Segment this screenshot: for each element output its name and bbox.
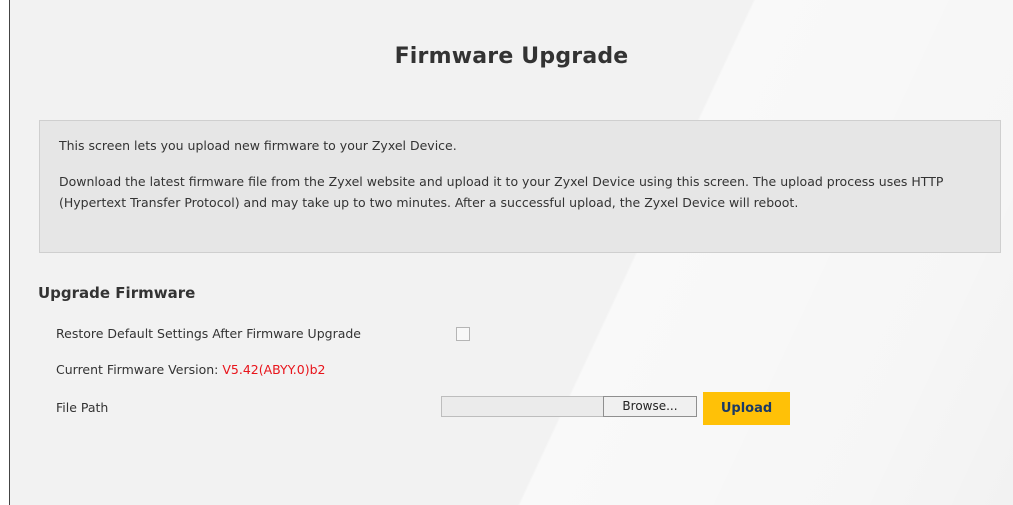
upload-button[interactable]: Upload (703, 392, 790, 425)
info-box: This screen lets you upload new firmware… (39, 120, 1001, 253)
info-detail-text: Download the latest firmware file from t… (59, 174, 944, 210)
browse-button[interactable]: Browse... (603, 396, 697, 417)
section-title-upgrade-firmware: Upgrade Firmware (38, 284, 196, 302)
current-firmware-version: Current Firmware Version: V5.42(ABYY.0)b… (56, 362, 325, 377)
restore-default-label: Restore Default Settings After Firmware … (56, 326, 361, 341)
firmware-version-value: V5.42(ABYY.0)b2 (222, 362, 326, 377)
file-path-label: File Path (56, 400, 109, 415)
page-title: Firmware Upgrade (394, 44, 629, 69)
firmware-version-label: Current Firmware Version: (56, 362, 223, 377)
file-path-input[interactable] (441, 396, 604, 417)
info-intro-text: This screen lets you upload new firmware… (59, 138, 457, 153)
restore-default-checkbox[interactable] (456, 327, 470, 341)
firmware-upgrade-panel: Firmware Upgrade This screen lets you up… (9, 0, 1013, 505)
